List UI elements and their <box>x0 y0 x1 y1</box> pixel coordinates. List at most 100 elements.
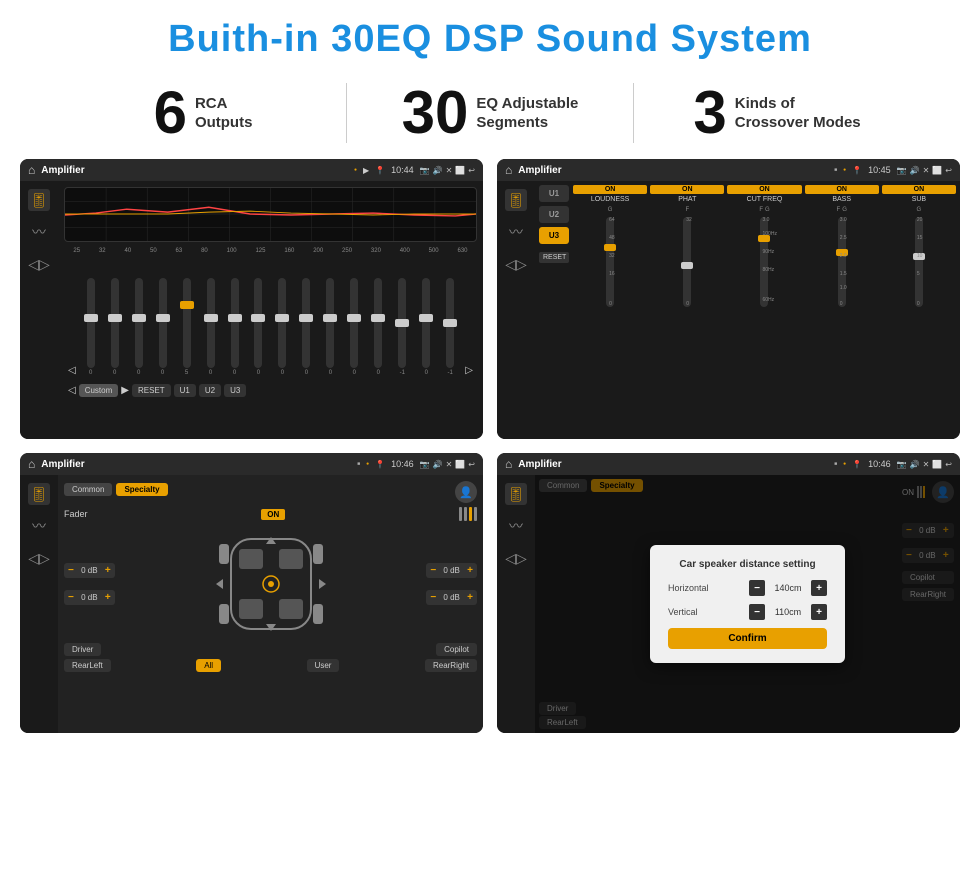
cutfreq-slider[interactable]: 3.0 100Hz 90Hz 80Hz 60Hz <box>760 217 768 307</box>
crossover-grid: ON LOUDNESS G 64 48 32 16 0 <box>573 185 956 435</box>
right-rear-vol: − 0 dB + <box>426 590 477 605</box>
eq-slider-2[interactable]: 0 <box>104 278 126 376</box>
dialog-sidebar-icon-2[interactable]: 〰 <box>505 515 527 537</box>
right-front-plus[interactable]: + <box>467 565 473 576</box>
confirm-button[interactable]: Confirm <box>668 628 827 649</box>
crossover-sidebar-icon-1[interactable]: 🎚 <box>505 189 527 211</box>
eq-slider-6[interactable]: 0 <box>200 278 222 376</box>
eq-play-prev[interactable]: ◁ <box>68 385 76 396</box>
bass-on[interactable]: ON <box>805 185 879 194</box>
user-btn[interactable]: User <box>307 659 340 672</box>
eq-u3-btn[interactable]: U3 <box>224 384 246 397</box>
crossover-sidebar-icon-2[interactable]: 〰 <box>505 221 527 243</box>
eq-slider-9[interactable]: 0 <box>271 278 293 376</box>
eq-slider-3[interactable]: 0 <box>128 278 150 376</box>
fader-tabs: Common Specialty <box>64 483 168 496</box>
eq-time: 10:44 <box>391 165 414 175</box>
eq-slider-16[interactable]: -1 <box>439 278 461 376</box>
rearleft-btn[interactable]: RearLeft <box>64 659 111 672</box>
eq-slider-13[interactable]: 0 <box>367 278 389 376</box>
vertical-control: − 110cm + <box>749 604 827 620</box>
fader-topbar-title: Amplifier <box>41 459 351 470</box>
left-front-val: 0 dB <box>77 566 102 575</box>
home-icon-3[interactable]: ⌂ <box>28 457 35 471</box>
u3-preset[interactable]: U3 <box>539 227 569 244</box>
sub-on[interactable]: ON <box>882 185 956 194</box>
eq-left-arrow[interactable]: ◁ <box>68 365 76 376</box>
horizontal-plus[interactable]: + <box>811 580 827 596</box>
eq-slider-7[interactable]: 0 <box>224 278 246 376</box>
dialog-sidebar-icon-1[interactable]: 🎚 <box>505 483 527 505</box>
copilot-btn[interactable]: Copilot <box>436 643 477 656</box>
eq-slider-14[interactable]: -1 <box>391 278 413 376</box>
cutfreq-label: CUT FREQ <box>747 196 783 203</box>
eq-custom-btn[interactable]: Custom <box>79 384 119 397</box>
all-btn[interactable]: All <box>196 659 221 672</box>
sub-slider[interactable]: 20 15 10 5 0 <box>915 217 923 307</box>
dialog-sidebar-icon-3[interactable]: ◁▷ <box>505 547 527 569</box>
crossover-sidebar-icon-3[interactable]: ◁▷ <box>505 253 527 275</box>
dialog-topbar-title: Amplifier <box>518 459 828 470</box>
eq-sidebar-icon-3[interactable]: ◁▷ <box>28 253 50 275</box>
stat-rca-number: 6 <box>154 83 187 143</box>
close-icon-2: ✕ <box>923 166 930 175</box>
home-icon-2[interactable]: ⌂ <box>505 163 512 177</box>
fader-on-button[interactable]: ON <box>261 509 285 520</box>
home-icon-4[interactable]: ⌂ <box>505 457 512 471</box>
vertical-field: Vertical − 110cm + <box>668 604 827 620</box>
right-rear-minus[interactable]: − <box>430 592 436 603</box>
common-tab[interactable]: Common <box>64 483 112 496</box>
left-front-minus[interactable]: − <box>68 565 74 576</box>
cutfreq-on[interactable]: ON <box>727 185 801 194</box>
vertical-plus[interactable]: + <box>811 604 827 620</box>
eq-slider-10[interactable]: 0 <box>295 278 317 376</box>
fader-time: 10:46 <box>391 459 414 469</box>
eq-slider-12[interactable]: 0 <box>343 278 365 376</box>
phat-slider[interactable]: 32 0 <box>683 217 691 307</box>
eq-slider-4[interactable]: 0 <box>152 278 174 376</box>
vertical-minus[interactable]: − <box>749 604 765 620</box>
window-icon-2: ⬜ <box>932 166 942 175</box>
fader-sidebar-icon-2[interactable]: 〰 <box>28 515 50 537</box>
loudness-slider[interactable]: 64 48 32 16 0 <box>606 217 614 307</box>
left-rear-plus[interactable]: + <box>105 592 111 603</box>
driver-btn[interactable]: Driver <box>64 643 101 656</box>
specialty-tab[interactable]: Specialty <box>116 483 167 496</box>
u1-preset[interactable]: U1 <box>539 185 569 202</box>
eq-play-next[interactable]: ▶ <box>121 385 129 396</box>
bass-slider[interactable]: 3.0 2.5 2.0 1.5 1.0 0 <box>838 217 846 307</box>
eq-reset-btn[interactable]: RESET <box>132 384 171 397</box>
eq-u1-btn[interactable]: U1 <box>174 384 196 397</box>
eq-slider-1[interactable]: 0 <box>80 278 102 376</box>
u2-preset[interactable]: U2 <box>539 206 569 223</box>
eq-sliders-area: ◁ 0 0 0 0 5 0 0 0 0 0 0 0 0 -1 0 <box>64 256 477 376</box>
loudness-on[interactable]: ON <box>573 185 647 194</box>
eq-sidebar-icon-2[interactable]: 〰 <box>28 221 50 243</box>
fader-sidebar-icon-3[interactable]: ◁▷ <box>28 547 50 569</box>
home-icon[interactable]: ⌂ <box>28 163 35 177</box>
fader-screen-card: ⌂ Amplifier ■ ● 📍 10:46 📷 🔊 ✕ ⬜ ↩ 🎚 〰 ◁▷ <box>20 453 483 733</box>
fader-bottom-row1: Driver Copilot <box>64 643 477 656</box>
eq-right-arrow[interactable]: ▷ <box>465 365 473 376</box>
fader-bottom-row2: RearLeft All User RearRight <box>64 659 477 672</box>
crossover-reset[interactable]: RESET <box>539 252 569 263</box>
eq-slider-8[interactable]: 0 <box>247 278 269 376</box>
left-front-plus[interactable]: + <box>105 565 111 576</box>
eq-sidebar-icon-1[interactable]: 🎚 <box>28 189 50 211</box>
horizontal-minus[interactable]: − <box>749 580 765 596</box>
eq-slider-11[interactable]: 0 <box>319 278 341 376</box>
rearright-btn[interactable]: RearRight <box>425 659 477 672</box>
right-front-minus[interactable]: − <box>430 565 436 576</box>
crossover-dot1: ■ <box>834 167 837 173</box>
window-icon-3: ⬜ <box>455 460 465 469</box>
phat-on[interactable]: ON <box>650 185 724 194</box>
left-rear-minus[interactable]: − <box>68 592 74 603</box>
right-rear-plus[interactable]: + <box>467 592 473 603</box>
fader-sidebar-icon-1[interactable]: 🎚 <box>28 483 50 505</box>
fader-topbar: ⌂ Amplifier ■ ● 📍 10:46 📷 🔊 ✕ ⬜ ↩ <box>20 453 483 475</box>
eq-slider-5[interactable]: 5 <box>176 278 198 376</box>
location-icon: 📍 <box>375 166 385 175</box>
right-rear-val: 0 dB <box>439 593 464 602</box>
eq-slider-15[interactable]: 0 <box>415 278 437 376</box>
eq-u2-btn[interactable]: U2 <box>199 384 221 397</box>
